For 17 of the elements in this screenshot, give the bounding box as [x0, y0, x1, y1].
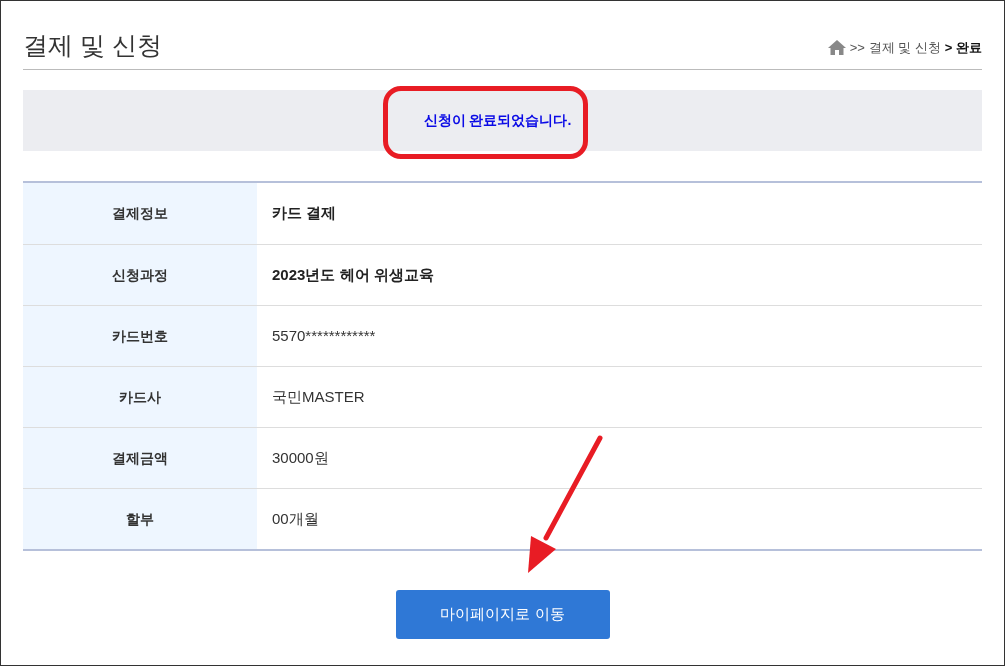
row-label: 할부: [23, 489, 257, 549]
row-label: 신청과정: [23, 245, 257, 305]
row-label: 결제금액: [23, 428, 257, 488]
breadcrumb-item[interactable]: >> 결제 및 신청: [849, 37, 941, 57]
breadcrumb-item[interactable]: > 완료: [944, 37, 982, 57]
row-value: 국민MASTER: [272, 386, 365, 407]
row-value: 2023년도 헤어 위생교육: [272, 264, 434, 285]
row-value: 30000원: [272, 447, 329, 468]
row-value: 카드 결제: [272, 203, 337, 224]
mypage-button[interactable]: 마이페이지로 이동: [395, 590, 610, 639]
page-title: 결제 및 신청: [23, 30, 162, 61]
row-label: 카드번호: [23, 306, 257, 366]
row-value: 00개월: [272, 508, 319, 529]
completion-message: 신청이 완료되었습니다.: [423, 111, 572, 130]
row-label: 결제정보: [23, 183, 257, 244]
row-value: 5570************: [272, 325, 376, 346]
row-label: 카드사: [23, 367, 257, 427]
